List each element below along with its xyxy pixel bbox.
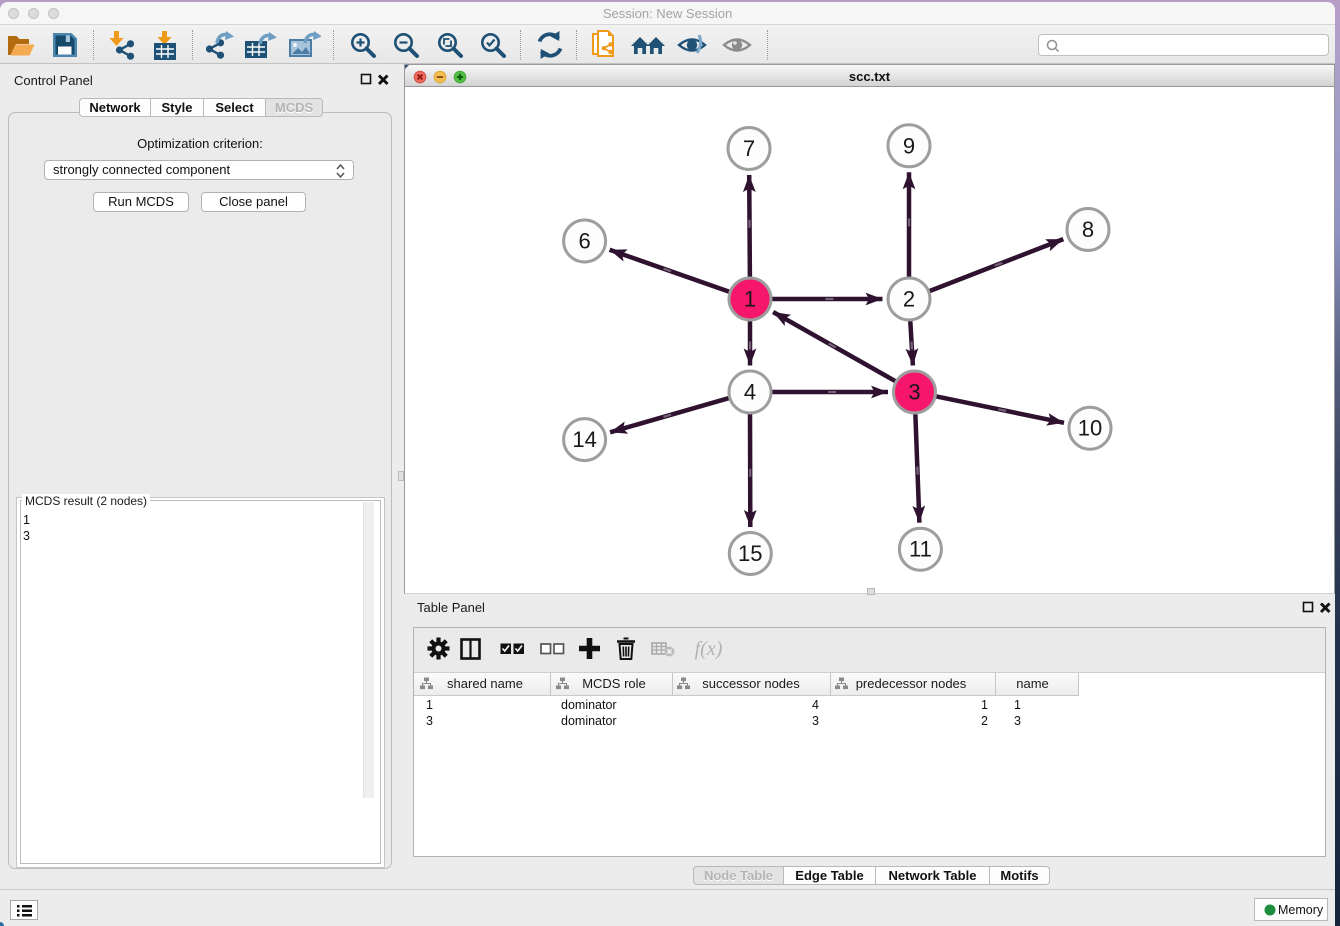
svg-text:4: 4 xyxy=(744,380,756,405)
svg-text:9: 9 xyxy=(903,133,915,158)
svg-text:15: 15 xyxy=(738,541,762,566)
svg-text:2: 2 xyxy=(903,287,915,312)
svg-text:6: 6 xyxy=(578,229,590,254)
svg-text:11: 11 xyxy=(909,537,932,562)
svg-text:8: 8 xyxy=(1082,217,1094,242)
svg-text:10: 10 xyxy=(1078,416,1102,441)
svg-text:3: 3 xyxy=(908,380,920,405)
svg-text:7: 7 xyxy=(743,136,755,161)
svg-text:1: 1 xyxy=(744,287,756,312)
svg-text:14: 14 xyxy=(572,427,596,452)
